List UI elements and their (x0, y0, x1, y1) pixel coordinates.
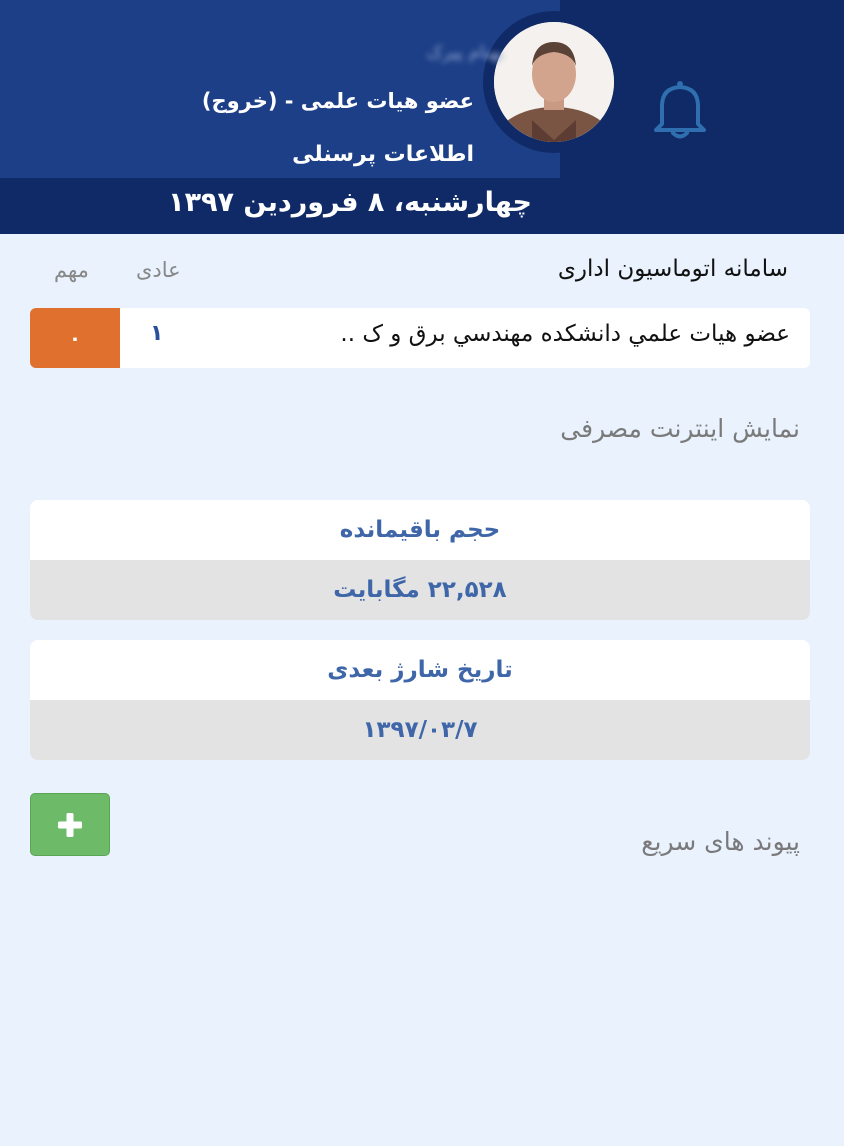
quick-links-title: پیوند های سریع (641, 827, 800, 856)
remaining-volume-label: حجم باقیمانده (30, 500, 810, 560)
bell-icon[interactable] (650, 78, 710, 142)
avatar[interactable] (494, 22, 614, 142)
next-charge-label: تاریخ شارژ بعدی (30, 640, 810, 700)
normal-count[interactable]: ۱ (150, 321, 163, 346)
office-system-title: سامانه اتوماسیون اداری (557, 256, 788, 282)
next-charge-value: ۱۳۹۷/۰۳/۷ (30, 700, 810, 760)
plus-icon (58, 812, 82, 837)
logout-link[interactable]: عضو هیات علمی - (خروج) (202, 89, 474, 113)
column-normal-header: عادی (136, 258, 181, 282)
inbox-row[interactable]: ۰ ۱ عضو هيات علمي دانشکده مهندسي برق و ک… (30, 308, 810, 368)
add-quick-link-button[interactable] (30, 793, 110, 856)
remaining-volume-value: ۲۲,۵۲۸ مگابایت (30, 560, 810, 620)
inbox-label[interactable]: عضو هيات علمي دانشکده مهندسي برق و ک .. (340, 321, 790, 347)
important-count[interactable]: ۰ (30, 308, 120, 368)
current-date: چهارشنبه، ۸ فروردین ۱۳۹۷ (168, 187, 532, 218)
internet-usage-title: نمایش اینترنت مصرفی (560, 414, 800, 443)
user-photo-icon (494, 22, 614, 142)
user-name: بهنام پیرک (426, 42, 504, 63)
column-important-header: مهم (54, 258, 89, 282)
personal-info-link[interactable]: اطلاعات پرسنلی (292, 142, 474, 167)
